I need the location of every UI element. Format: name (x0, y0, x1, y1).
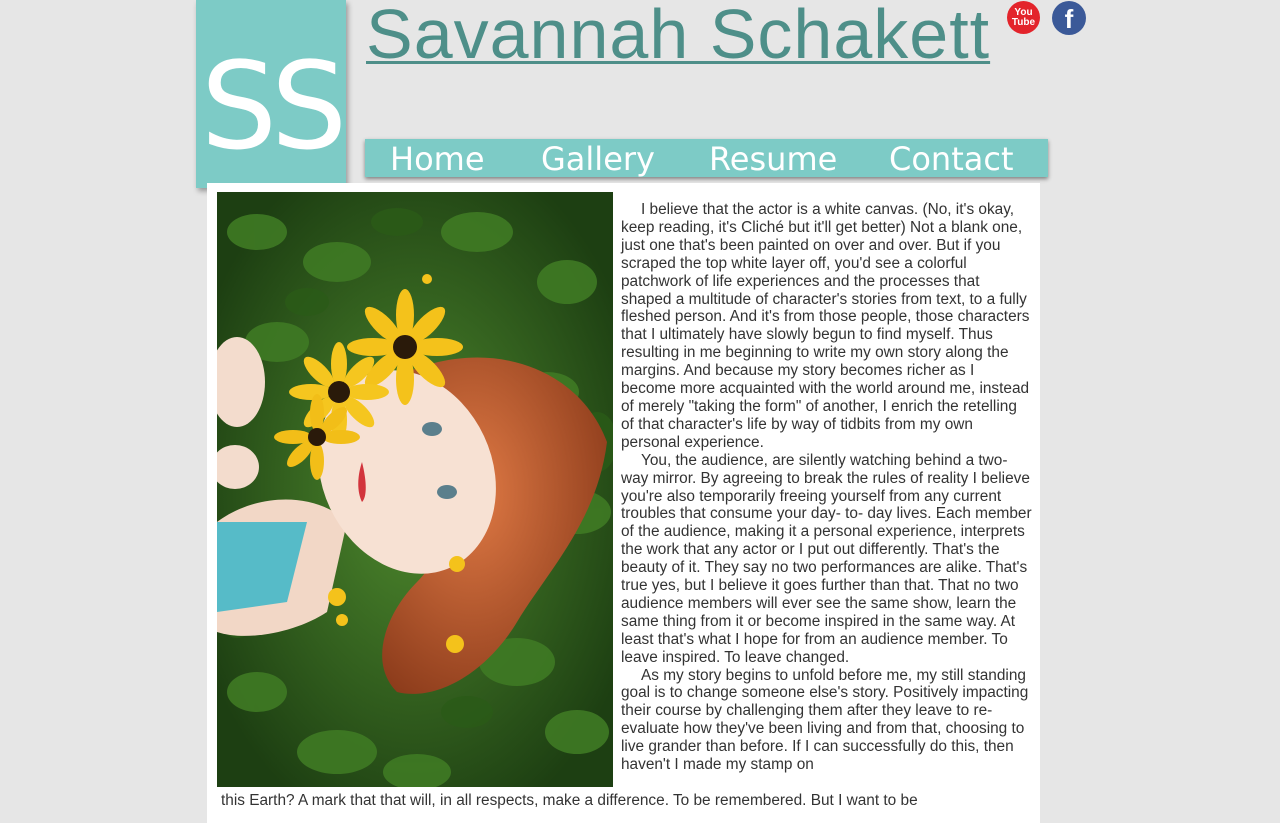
site-title[interactable]: Savannah Schakett (366, 0, 990, 74)
facebook-icon[interactable]: f (1052, 1, 1086, 35)
bio-paragraph-3: As my story begins to unfold before me, … (621, 666, 1029, 774)
logo-text: SS (200, 38, 346, 177)
nav-home[interactable]: Home (390, 139, 485, 178)
nav-contact[interactable]: Contact (889, 139, 1014, 178)
portrait-photo (217, 192, 613, 787)
facebook-label: f (1064, 4, 1074, 34)
bio-text: I believe that the actor is a white canv… (621, 201, 1033, 774)
nav-gallery[interactable]: Gallery (541, 139, 655, 178)
main-nav: Home Gallery Resume Contact (365, 139, 1048, 178)
youtube-icon[interactable]: You Tube (1007, 1, 1040, 34)
bio-paragraph-2: You, the audience, are silently watching… (621, 451, 1032, 666)
youtube-label: You Tube (1011, 7, 1036, 28)
bio-continuation: this Earth? A mark that that will, in al… (221, 792, 918, 809)
nav-resume[interactable]: Resume (709, 139, 837, 178)
bio-paragraph-1: I believe that the actor is a white canv… (621, 201, 1030, 451)
logo[interactable]: SS (196, 0, 346, 188)
